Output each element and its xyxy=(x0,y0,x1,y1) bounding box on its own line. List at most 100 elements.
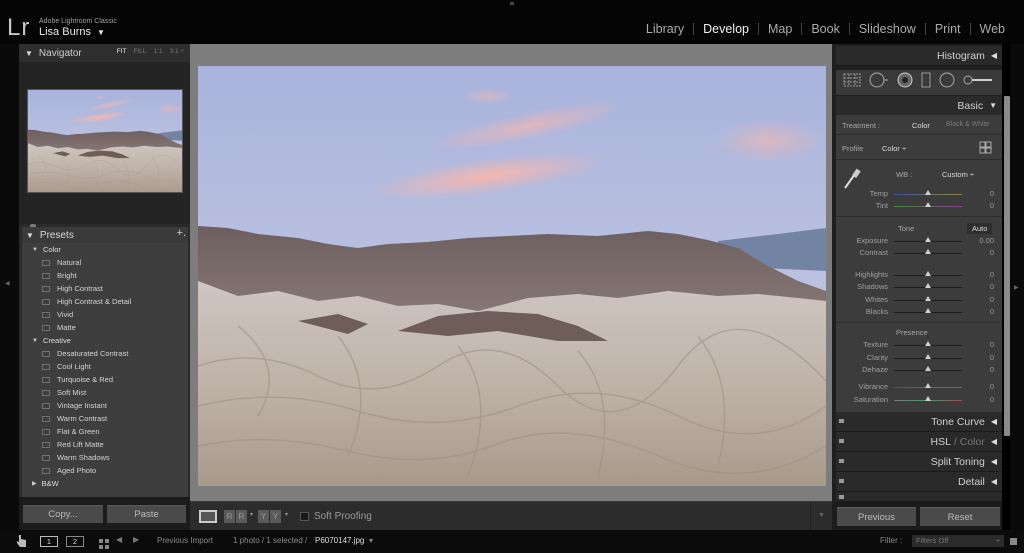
zoom-3-1[interactable]: 3:1 ÷ xyxy=(170,48,184,55)
hand-pointer-icon[interactable] xyxy=(16,534,27,553)
slider-thumb[interactable] xyxy=(925,353,931,359)
slider-thumb[interactable] xyxy=(925,395,931,401)
module-book[interactable]: Book xyxy=(802,22,849,36)
module-web[interactable]: Web xyxy=(971,22,1014,36)
slider-shadows[interactable]: Shadows 0 xyxy=(836,281,1002,293)
navigator-preview[interactable] xyxy=(27,89,183,193)
navigator-header[interactable]: ▼ Navigator FIT FILL 1:1 3:1 ÷ xyxy=(19,44,190,62)
radial-filter-icon[interactable] xyxy=(939,72,955,93)
preset-item[interactable]: Soft Mist xyxy=(22,386,188,399)
zoom-1-1[interactable]: 1:1 xyxy=(154,48,163,55)
slider-dehaze[interactable]: Dehaze 0 xyxy=(836,364,1002,376)
spot-removal-icon[interactable] xyxy=(869,72,889,93)
red-eye-icon[interactable] xyxy=(897,72,913,93)
preset-item[interactable]: Aged Photo xyxy=(22,464,188,477)
module-develop[interactable]: Develop xyxy=(694,22,758,36)
slider-thumb[interactable] xyxy=(925,295,931,301)
slider-tint[interactable]: Tint 0 xyxy=(836,200,1002,212)
treatment-color-option[interactable]: Color xyxy=(912,121,930,130)
preset-group-color[interactable]: ▼ Color xyxy=(22,243,188,256)
graduated-filter-icon[interactable] xyxy=(921,72,931,93)
slider-value[interactable]: 0 xyxy=(990,248,994,257)
photo-preview[interactable] xyxy=(198,66,826,486)
right-panel-scrollbar[interactable] xyxy=(1004,96,1010,436)
top-panel-toggle[interactable] xyxy=(510,2,514,5)
slider-thumb[interactable] xyxy=(925,190,931,195)
toolbar-menu-button[interactable]: ▼ xyxy=(810,502,832,530)
preset-item[interactable]: Cool Light xyxy=(22,360,188,373)
previous-button[interactable]: Previous xyxy=(837,507,916,526)
slider-texture[interactable]: Texture 0 xyxy=(836,339,1002,351)
add-preset-icon[interactable]: +. xyxy=(177,227,186,239)
split-toning-header[interactable]: Split Toning ◀ xyxy=(836,452,1002,472)
slider-value[interactable]: 0 xyxy=(990,395,994,404)
slider-value[interactable]: 0 xyxy=(990,340,994,349)
module-library[interactable]: Library xyxy=(637,22,693,36)
right-panel-toggle[interactable]: ▶ xyxy=(1010,44,1024,530)
reset-button[interactable]: Reset xyxy=(920,507,1000,526)
crop-overlay-icon[interactable] xyxy=(843,73,861,92)
zoom-fill[interactable]: FILL xyxy=(134,48,147,55)
secondary-window-button[interactable]: 2 xyxy=(66,536,84,547)
filter-select[interactable]: Filters Off ÷ xyxy=(912,535,1004,547)
slider-thumb[interactable] xyxy=(925,283,931,289)
treatment-bw-option[interactable]: Black & White xyxy=(946,121,990,128)
slider-highlights[interactable]: Highlights 0 xyxy=(836,269,1002,281)
slider-value[interactable]: 0 xyxy=(990,189,994,198)
hsl-color-header[interactable]: HSL / Color ◀ xyxy=(836,432,1002,452)
copy-button[interactable]: Copy... xyxy=(23,505,103,523)
slider-exposure[interactable]: Exposure 0.00 xyxy=(836,235,1002,247)
tone-curve-header[interactable]: Tone Curve ◀ xyxy=(836,412,1002,432)
preset-item[interactable]: High Contrast xyxy=(22,282,188,295)
slider-value[interactable]: 0 xyxy=(990,307,994,316)
slider-contrast[interactable]: Contrast 0 xyxy=(836,247,1002,259)
profile-select[interactable]: Color ÷ xyxy=(882,144,906,153)
lens-corrections-header-partial[interactable] xyxy=(836,492,1002,502)
filter-lock-icon[interactable] xyxy=(1010,538,1017,545)
slider-value[interactable]: 0 xyxy=(990,282,994,291)
before-after-left-right-button[interactable]: RR xyxy=(224,510,247,523)
slider-thumb[interactable] xyxy=(925,307,931,313)
preset-item[interactable]: Vivid xyxy=(22,308,188,321)
slider-value[interactable]: 0 xyxy=(990,295,994,304)
source-label[interactable]: Previous Import xyxy=(157,536,213,545)
preset-item[interactable]: Desaturated Contrast xyxy=(22,347,188,360)
presets-header[interactable]: ▼ Presets +. xyxy=(22,227,188,243)
preset-item[interactable]: Turquoise & Red xyxy=(22,373,188,386)
histogram-header[interactable]: Histogram ◀ xyxy=(836,46,1002,66)
preset-item[interactable]: Warm Shadows xyxy=(22,451,188,464)
slider-temp[interactable]: Temp 0 xyxy=(836,188,1002,200)
preset-item[interactable]: Vintage Instant xyxy=(22,399,188,412)
paste-button[interactable]: Paste xyxy=(107,505,186,523)
slider-whites[interactable]: Whites 0 xyxy=(836,294,1002,306)
preset-item[interactable]: Natural xyxy=(22,256,188,269)
preset-item[interactable]: High Contrast & Detail xyxy=(22,295,188,308)
slider-saturation[interactable]: Saturation 0 xyxy=(836,394,1002,406)
identity-plate[interactable]: Lisa Burns ▼ xyxy=(39,26,105,38)
auto-tone-button[interactable]: Auto xyxy=(967,223,993,234)
slider-thumb[interactable] xyxy=(925,366,931,371)
panel-switch-icon[interactable] xyxy=(839,495,844,499)
filename-dropdown-icon[interactable]: ▾ xyxy=(369,536,373,545)
forward-arrow-icon[interactable]: ▶ xyxy=(133,535,139,544)
preset-group-creative[interactable]: ▼ Creative xyxy=(22,334,188,347)
dropdown-icon[interactable]: ▾ xyxy=(285,511,288,518)
slider-thumb[interactable] xyxy=(925,341,931,346)
slider-value[interactable]: 0 xyxy=(990,270,994,279)
slider-value[interactable]: 0 xyxy=(990,353,994,362)
panel-switch-icon[interactable] xyxy=(839,459,844,463)
detail-header[interactable]: Detail ◀ xyxy=(836,472,1002,492)
slider-value[interactable]: 0.00 xyxy=(979,236,994,245)
panel-switch-icon[interactable] xyxy=(839,419,844,423)
slider-blacks[interactable]: Blacks 0 xyxy=(836,306,1002,318)
dropdown-icon[interactable]: ▾ xyxy=(250,511,253,518)
left-panel-toggle[interactable]: ◀ xyxy=(0,44,19,530)
before-after-swap-button[interactable]: YY xyxy=(258,510,281,523)
preset-item[interactable]: Matte xyxy=(22,321,188,334)
slider-value[interactable]: 0 xyxy=(990,382,994,391)
slider-thumb[interactable] xyxy=(925,383,931,388)
slider-thumb[interactable] xyxy=(925,237,931,242)
module-print[interactable]: Print xyxy=(926,22,970,36)
grid-view-icon[interactable] xyxy=(99,536,109,553)
zoom-fit[interactable]: FIT xyxy=(117,48,127,55)
